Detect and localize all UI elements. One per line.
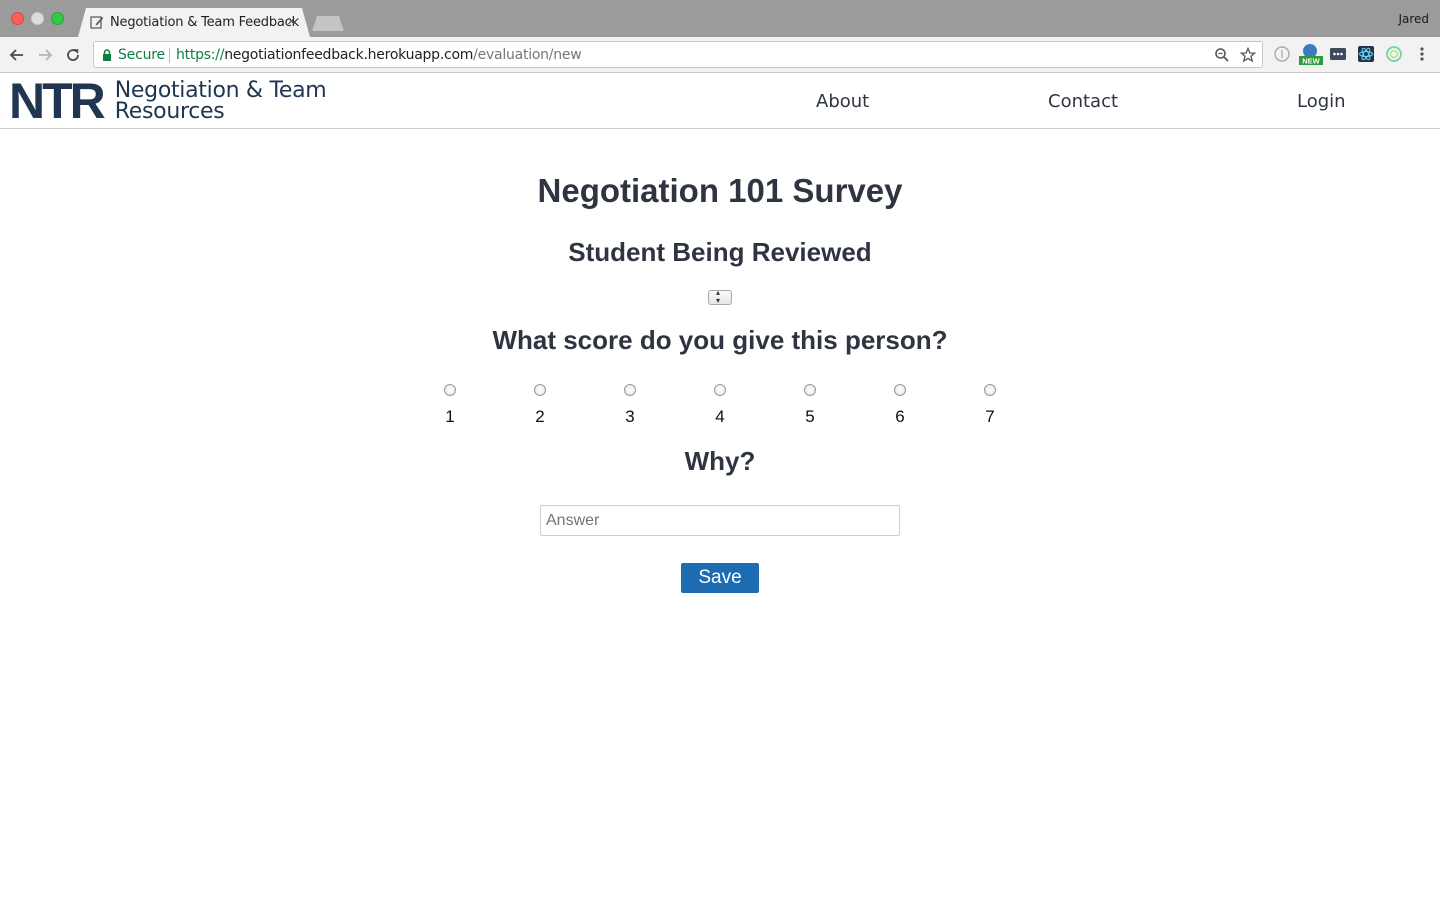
score-radio-4[interactable] [714, 384, 726, 396]
zoom-icon[interactable] [1214, 47, 1230, 63]
site-logo[interactable]: NTR Negotiation & Team Resources [9, 73, 327, 129]
url-host: negotiationfeedback.herokuapp.com [224, 47, 474, 63]
logo-text: Negotiation & Team Resources [114, 80, 327, 124]
address-bar[interactable]: Secure https://negotiationfeedback.herok… [93, 41, 1263, 68]
score-label-1: 1 [445, 407, 455, 426]
site-header: NTR Negotiation & Team Resources About C… [0, 73, 1440, 129]
score-radio-1[interactable] [444, 384, 456, 396]
browser-menu-icon[interactable] [1416, 45, 1428, 63]
extension-new-badge-icon[interactable]: NEW [1299, 42, 1323, 66]
score-label-3: 3 [625, 407, 635, 426]
logo-line-2: Resources [114, 99, 225, 124]
bookmark-star-icon[interactable] [1240, 47, 1256, 63]
score-radio-5[interactable] [804, 384, 816, 396]
score-question: What score do you give this person? [492, 325, 948, 355]
window-maximize-button[interactable] [51, 12, 64, 25]
student-select[interactable]: ▴ ▾ [708, 288, 732, 305]
score-radio-7[interactable] [984, 384, 996, 396]
url-path: /evaluation/new [473, 47, 582, 63]
forward-button[interactable] [34, 44, 56, 66]
logo-mark: NTR [9, 73, 106, 129]
tab-title: Negotiation & Team Feedback [110, 15, 299, 30]
score-label-7: 7 [985, 407, 995, 426]
window-minimize-button[interactable] [31, 12, 44, 25]
browser-tab-active[interactable]: Negotiation & Team Feedback × [78, 8, 310, 37]
extension-dots-icon[interactable] [1329, 45, 1347, 63]
survey-title: Negotiation 101 Survey [537, 172, 903, 209]
select-arrows-icon: ▴ ▾ [716, 288, 721, 305]
score-option[interactable]: 3 [615, 384, 645, 427]
reload-button[interactable] [62, 44, 84, 66]
tab-close-icon[interactable]: × [287, 13, 296, 30]
score-label-6: 6 [895, 407, 905, 426]
edit-document-icon [90, 16, 104, 29]
new-tab-button[interactable] [312, 16, 344, 31]
svg-text:NEW: NEW [1302, 57, 1320, 66]
score-option[interactable]: 2 [525, 384, 555, 427]
browser-titlebar: Negotiation & Team Feedback × Jared [0, 0, 1440, 37]
score-label-4: 4 [715, 407, 725, 426]
score-radio-3[interactable] [624, 384, 636, 396]
lock-icon [103, 49, 111, 61]
nav-contact-link[interactable]: Contact [1048, 91, 1118, 112]
browser-toolbar: Secure https://negotiationfeedback.herok… [0, 37, 1440, 73]
nav-about-link[interactable]: About [816, 91, 869, 112]
url-text[interactable]: https://negotiationfeedback.herokuapp.co… [176, 47, 582, 63]
reload-icon [67, 49, 79, 61]
window-close-button[interactable] [11, 12, 24, 25]
score-label-2: 2 [535, 407, 545, 426]
score-radio-6[interactable] [894, 384, 906, 396]
score-option[interactable]: 4 [705, 384, 735, 427]
secure-label: Secure [118, 47, 165, 63]
score-option[interactable]: 1 [435, 384, 465, 427]
extension-swirl-icon[interactable] [1385, 45, 1403, 63]
react-devtools-icon[interactable] [1357, 45, 1375, 63]
save-button[interactable]: Save [681, 563, 759, 593]
nav-login-link[interactable]: Login [1297, 91, 1346, 112]
extension-circle-icon[interactable] [1273, 45, 1291, 63]
score-option[interactable]: 5 [795, 384, 825, 427]
back-arrow-icon [9, 49, 23, 61]
back-button[interactable] [6, 44, 28, 66]
forward-arrow-icon [39, 49, 53, 61]
score-radio-2[interactable] [534, 384, 546, 396]
score-label-5: 5 [805, 407, 815, 426]
url-separator [169, 48, 170, 63]
answer-input[interactable] [540, 505, 900, 536]
why-label: Why? [684, 446, 756, 476]
student-label: Student Being Reviewed [568, 237, 872, 267]
profile-name[interactable]: Jared [1398, 12, 1429, 26]
score-option[interactable]: 7 [975, 384, 1005, 427]
score-option[interactable]: 6 [885, 384, 915, 427]
url-scheme: https:// [176, 47, 225, 63]
